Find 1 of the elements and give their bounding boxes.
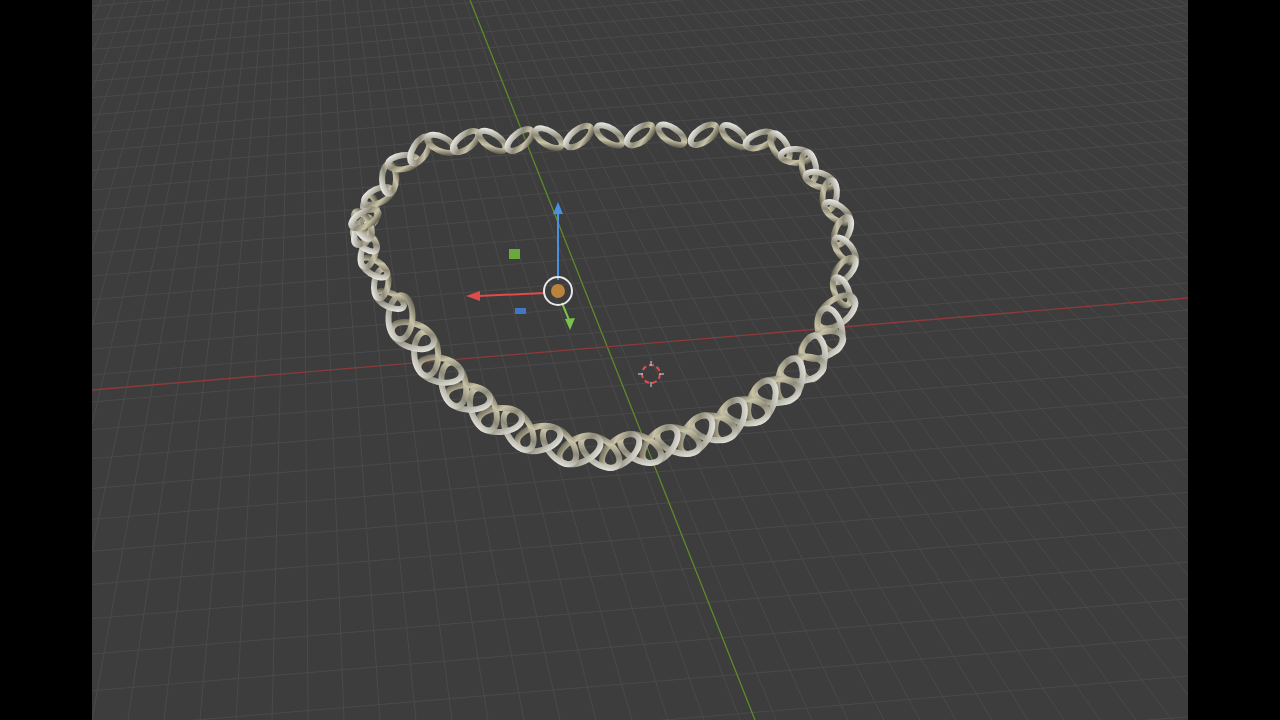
transform-gizmo[interactable] bbox=[466, 202, 575, 330]
